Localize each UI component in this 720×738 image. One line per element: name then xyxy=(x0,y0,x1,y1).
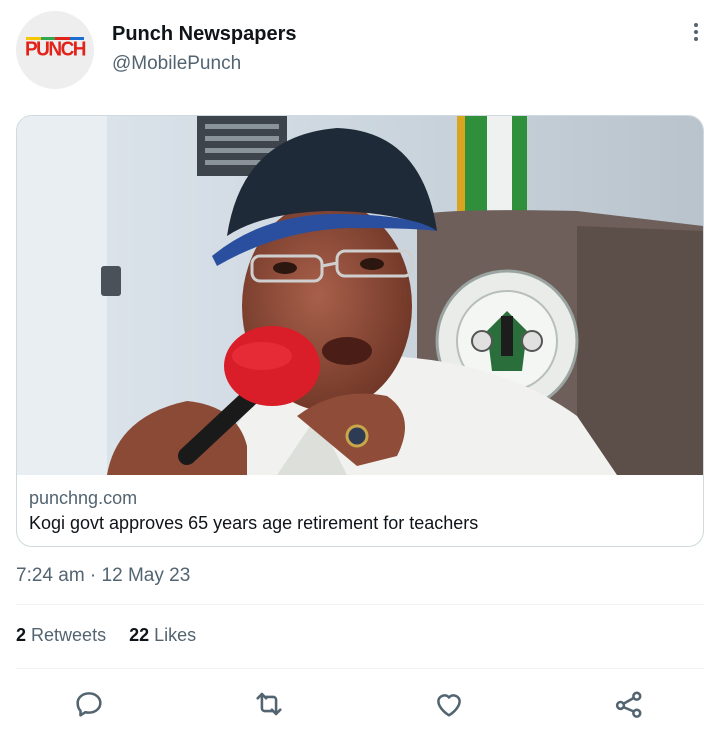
tweet-header: PUNCH Punch Newspapers @MobilePunch xyxy=(16,11,706,91)
punch-logo: PUNCH xyxy=(24,38,87,61)
action-bar xyxy=(0,685,720,725)
like-icon[interactable] xyxy=(432,687,466,721)
divider xyxy=(16,668,704,669)
retweets-count: 2 xyxy=(16,625,27,645)
user-handle[interactable]: @MobilePunch xyxy=(112,53,241,75)
divider xyxy=(16,604,704,605)
likes-count: 22 xyxy=(129,625,150,645)
retweets-label: Retweets xyxy=(31,625,107,645)
tweet-timestamp[interactable]: 7:24 am · 12 May 23 xyxy=(16,565,190,587)
more-vertical-icon[interactable] xyxy=(686,21,706,45)
display-name[interactable]: Punch Newspapers xyxy=(112,23,297,46)
article-photo xyxy=(17,116,703,475)
retweets-stat[interactable]: 2 Retweets xyxy=(16,625,106,646)
link-card-meta: punchng.com Kogi govt approves 65 years … xyxy=(29,488,478,534)
likes-stat[interactable]: 22 Likes xyxy=(129,625,196,646)
avatar[interactable]: PUNCH xyxy=(16,11,94,89)
tweet-stats: 2 Retweets 22 Likes xyxy=(16,625,214,646)
share-icon[interactable] xyxy=(612,687,646,721)
link-domain: punchng.com xyxy=(29,488,138,508)
reply-icon[interactable] xyxy=(72,687,106,721)
link-headline: Kogi govt approves 65 years age retireme… xyxy=(29,513,479,533)
link-card[interactable]: punchng.com Kogi govt approves 65 years … xyxy=(16,115,704,547)
retweet-icon[interactable] xyxy=(252,687,286,721)
likes-label: Likes xyxy=(154,625,197,645)
